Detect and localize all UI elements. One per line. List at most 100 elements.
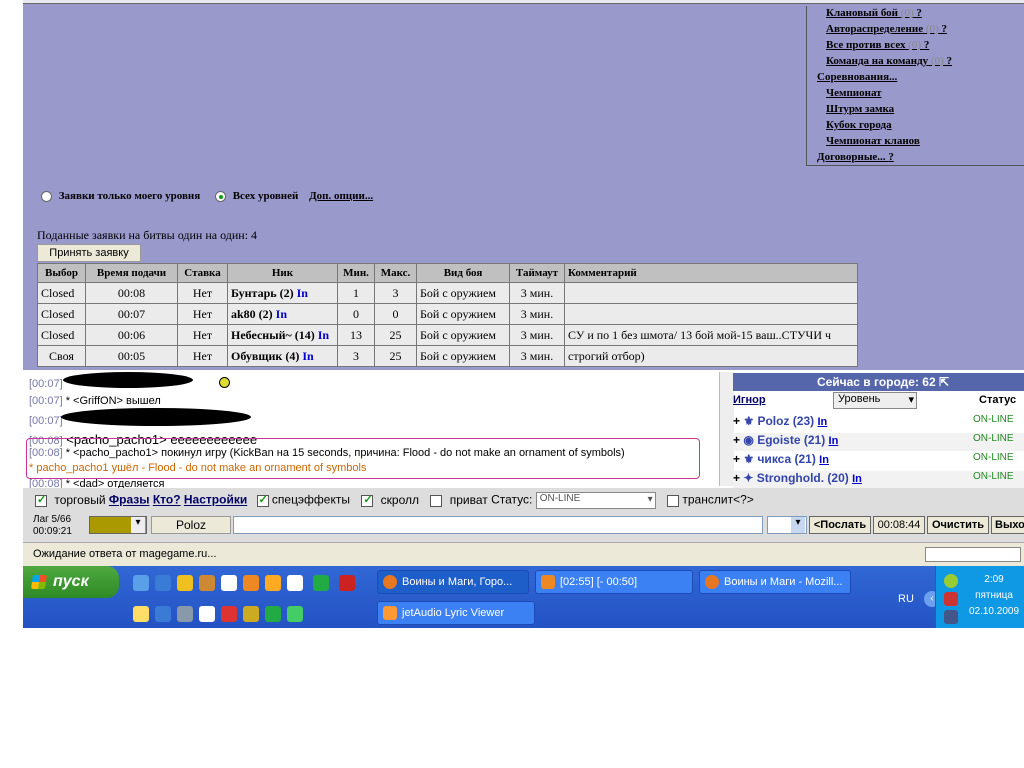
trade-checkbox[interactable] [35, 493, 47, 507]
info-link[interactable]: In [817, 416, 827, 428]
info-link[interactable]: In [819, 454, 829, 466]
settings-link[interactable]: Настройки [184, 493, 247, 507]
send-button[interactable]: <Послать [809, 516, 871, 534]
user-name[interactable]: Poloz (23) [757, 414, 814, 428]
expand-icon[interactable]: + [733, 433, 740, 447]
info-link[interactable]: In [276, 307, 287, 321]
nick-name[interactable]: Небесный~ (14) [231, 328, 315, 342]
taskbar-item[interactable]: jetAudio Lyric Viewer [377, 601, 535, 625]
nick-button[interactable]: Poloz [151, 516, 231, 534]
expand-icon[interactable]: + [733, 452, 740, 466]
info-link[interactable]: In [318, 328, 329, 342]
chat-log[interactable]: [00:07] [00:07] * <GriffON> вышел [00:07… [23, 370, 733, 490]
taskbar-item[interactable]: Воины и Маги - Mozill... [699, 570, 851, 594]
table-row[interactable]: Closed 00:08 Нет Бунтарь (2) In 1 3 Бой … [37, 282, 858, 304]
popout-icon[interactable]: ⇱ [939, 375, 949, 389]
more-options-link[interactable]: Доп. опции... [309, 190, 373, 202]
expand-icon[interactable]: + [733, 471, 740, 485]
online-user[interactable]: + ⚜ Poloz (23) In ON-LINE [733, 414, 1024, 432]
cell-choice[interactable]: Closed [37, 324, 86, 346]
tray-icon[interactable] [944, 610, 958, 624]
user-name[interactable]: Stronghold. (20) [757, 471, 849, 485]
menu-item-championship[interactable]: Чемпионат [826, 87, 882, 99]
translit-label[interactable]: транслит<?> [682, 493, 753, 507]
status-select[interactable]: ON-LINE ▾ [535, 492, 656, 509]
accept-bid-button[interactable]: Принять заявку [37, 244, 141, 262]
menu-item-city-cup[interactable]: Кубок города [826, 119, 892, 131]
help-link[interactable]: ? [941, 23, 947, 35]
effects-checkbox[interactable] [256, 493, 269, 507]
start-button[interactable]: пуск [23, 566, 119, 598]
table-row[interactable]: Closed 00:06 Нет Небесный~ (14) In 13 25… [37, 324, 858, 346]
color-picker[interactable]: ▾ [89, 516, 147, 534]
quick-launch-icon[interactable] [221, 606, 237, 622]
quick-launch-icon[interactable] [177, 575, 193, 591]
info-link[interactable]: In [829, 435, 839, 447]
menu-item-label[interactable]: Клановый бой [826, 7, 898, 19]
quick-launch-icon[interactable] [339, 575, 355, 591]
menu-item-contract[interactable]: Договорные... ? [817, 151, 894, 163]
table-row[interactable]: Closed 00:07 Нет ak80 (2) In 0 0 Бой с о… [37, 303, 858, 325]
quick-launch-icon[interactable] [313, 575, 329, 591]
level-sort-select[interactable]: Уровень ▾ [833, 392, 917, 409]
clock[interactable]: 2:09 пятница 02.10.2009 [964, 572, 1024, 620]
quick-launch-icon[interactable] [221, 575, 237, 591]
quick-launch-icon[interactable] [199, 575, 215, 591]
cell-choice[interactable]: Closed [37, 303, 86, 325]
menu-item-all-vs-all[interactable]: Все против всех (0) ? [826, 39, 929, 51]
translit-checkbox[interactable] [667, 494, 680, 507]
menu-item-label[interactable]: Все против всех [826, 39, 905, 51]
private-checkbox[interactable] [430, 494, 443, 507]
user-name[interactable]: чикса (21) [757, 452, 815, 466]
quick-launch-icon[interactable] [265, 575, 281, 591]
recipient-select[interactable]: ▾ [767, 516, 807, 534]
table-row[interactable]: Своя 00:05 Нет Обувщик (4) In 3 25 Бой с… [37, 345, 858, 367]
info-link[interactable]: In [852, 473, 862, 485]
quick-launch-icon[interactable] [287, 575, 303, 591]
menu-item-label[interactable]: Команда на команду [826, 55, 928, 67]
ignore-column-link[interactable]: Игнор [733, 394, 766, 406]
quick-launch-icon[interactable] [155, 575, 171, 591]
help-link[interactable]: ? [947, 55, 953, 67]
quick-launch-icon[interactable] [287, 606, 303, 622]
quick-launch-icon[interactable] [199, 606, 215, 622]
info-link[interactable]: In [302, 349, 313, 363]
online-user[interactable]: + ◉ Egoiste (21) In ON-LINE [733, 433, 1024, 451]
quick-launch-icon[interactable] [133, 606, 149, 622]
who-link[interactable]: Кто? [153, 493, 181, 507]
taskbar-item[interactable]: Воины и Маги, Горо... [377, 570, 529, 594]
menu-item-castle-siege[interactable]: Штурм замка [826, 103, 894, 115]
chat-scrollbar[interactable] [719, 372, 734, 486]
cell-choice[interactable]: Своя [37, 345, 86, 367]
tray-icon[interactable] [944, 574, 958, 588]
quick-launch-icon[interactable] [177, 606, 193, 622]
nick-name[interactable]: Бунтарь (2) [231, 286, 294, 300]
online-user[interactable]: + ✦ Stronghold. (20) In ON-LINE [733, 471, 1024, 489]
radio-all-levels[interactable] [214, 190, 226, 202]
menu-item-competitions[interactable]: Соревнования... [817, 71, 897, 83]
phrases-link[interactable]: Фразы [109, 493, 150, 507]
menu-item-clan-championship[interactable]: Чемпионат кланов [826, 135, 920, 147]
menu-item-auto-distribution[interactable]: Автораспределение (0) ? [826, 23, 947, 35]
help-link[interactable]: ? [916, 7, 922, 19]
help-link[interactable]: ? [888, 151, 894, 163]
online-user[interactable]: + ⚜ чикса (21) In ON-LINE [733, 452, 1024, 470]
quick-launch-icon[interactable] [265, 606, 281, 622]
expand-icon[interactable]: + [733, 414, 740, 428]
exit-button[interactable]: Выхо [991, 516, 1024, 534]
language-indicator[interactable]: RU [898, 593, 914, 605]
quick-launch-icon[interactable] [133, 575, 149, 591]
menu-item-label[interactable]: Договорные... [817, 151, 886, 163]
quick-launch-icon[interactable] [243, 606, 259, 622]
user-name[interactable]: Egoiste (21) [757, 433, 825, 447]
menu-item-clan-battle[interactable]: Клановый бой (0) ? [826, 7, 922, 19]
help-link[interactable]: ? [924, 39, 930, 51]
quick-launch-icon[interactable] [155, 606, 171, 622]
info-link[interactable]: In [297, 286, 308, 300]
menu-item-team-vs-team[interactable]: Команда на команду (0) ? [826, 55, 952, 67]
radio-only-my-level[interactable] [41, 190, 52, 202]
scroll-checkbox[interactable] [361, 493, 374, 507]
cell-choice[interactable]: Closed [37, 282, 86, 304]
clear-button[interactable]: Очистить [927, 516, 989, 534]
taskbar-item[interactable]: [02:55] [- 00:50] [535, 570, 693, 594]
